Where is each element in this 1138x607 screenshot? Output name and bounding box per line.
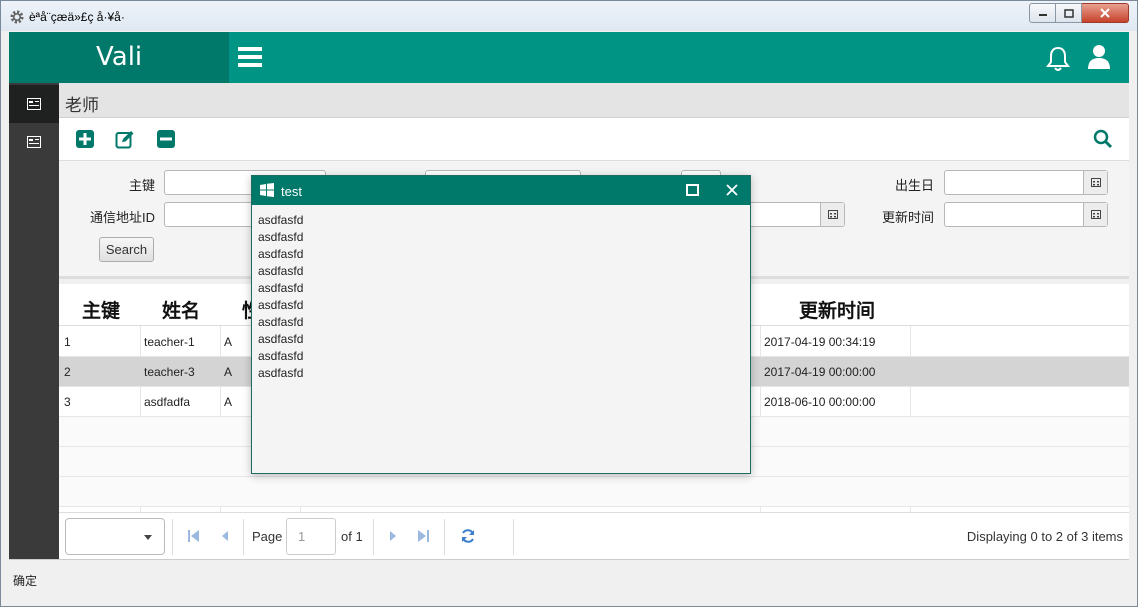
toolbar [59,118,1129,161]
dialog-line: asdfasfd [258,264,304,278]
test-dialog: test asdfasfd asdfasfd asdfasfd asdfasfd… [251,175,751,474]
cell-name: teacher-1 [144,335,195,349]
window-titlebar: èªå¨çæä»£ç å·¥å· [1,1,1137,31]
column-header-id[interactable]: 主键 [82,296,120,323]
dialog-line: asdfasfd [258,366,304,380]
app-header: Vali [9,32,1129,83]
maximize-button[interactable] [1056,3,1082,23]
pagination-bar: Page 1 of 1 Displaying 0 to 2 of 3 items [59,512,1129,559]
user-icon[interactable] [1087,44,1111,70]
page-number-input[interactable]: 1 [286,518,336,555]
cell-name: teacher-3 [144,365,195,379]
calendar-icon [1090,178,1101,187]
cell-id: 3 [64,395,71,409]
maximize-icon [1063,8,1074,18]
cell-sex: A [224,335,233,349]
field-label-birthday: 出生日 [894,178,934,193]
gear-icon [10,10,24,24]
window-title: èªå¨çæä»£ç å·¥å· [29,10,125,24]
dialog-line: asdfasfd [258,332,304,346]
cell-name: asdfadfa [144,395,191,409]
dialog-maximize-icon[interactable] [686,184,699,196]
menu-toggle-icon[interactable] [238,46,262,68]
minimize-button[interactable] [1029,3,1056,23]
cell-updated: 2017-04-19 00:00:00 [764,365,876,379]
dialog-line: asdfasfd [258,281,304,295]
search-icon[interactable] [1093,129,1113,149]
cell-updated: 2018-06-10 00:00:00 [764,395,876,409]
calendar-icon [1090,210,1101,219]
status-text: 确定 [13,574,38,588]
field-label-id: 主键 [128,178,155,193]
calendar-button[interactable] [1083,171,1107,194]
field-label-updated: 更新时间 [881,210,934,225]
refresh-icon[interactable] [460,528,476,544]
dialog-line: asdfasfd [258,298,304,312]
page-label: Page [252,529,283,544]
calendar-button[interactable] [1083,203,1107,226]
birthday-input[interactable] [944,170,1108,195]
dialog-titlebar[interactable]: test [252,176,750,205]
edit-icon[interactable] [115,129,135,149]
field-label-address-id: 通信地址ID [89,210,155,225]
cell-updated: 2017-04-19 00:34:19 [764,335,876,349]
calendar-icon [827,210,838,219]
next-page-icon[interactable] [385,528,401,544]
dialog-line: asdfasfd [258,349,304,363]
date-input[interactable] [739,202,845,227]
pagination-info: Displaying 0 to 2 of 3 items [966,529,1123,544]
dialog-line: asdfasfd [258,213,304,227]
card-icon [27,136,41,148]
column-header-name[interactable]: 姓名 [162,296,200,323]
page-title-bar: 老师 [59,83,1129,118]
cell-sex: A [224,365,233,379]
calendar-button[interactable] [820,203,844,226]
prev-page-icon[interactable] [217,528,233,544]
first-page-icon[interactable] [186,528,202,544]
cell-sex: A [224,395,233,409]
cell-id: 1 [64,335,71,349]
column-header-updated[interactable]: 更新时间 [799,296,875,323]
last-page-icon[interactable] [415,528,431,544]
minimize-icon [1038,14,1047,16]
dialog-line: asdfasfd [258,315,304,329]
cell-id: 2 [64,365,71,379]
close-button[interactable] [1082,3,1129,23]
dialog-body: asdfasfd asdfasfd asdfasfd asdfasfd asdf… [258,212,303,382]
page-size-select[interactable] [65,518,165,555]
add-icon[interactable] [75,129,95,149]
windows-logo-icon [260,183,274,197]
brand-logo[interactable]: Vali [9,32,229,83]
dialog-title: test [281,184,302,199]
remove-icon[interactable] [156,129,176,149]
brand-name: Vali [96,42,143,72]
dialog-line: asdfasfd [258,230,304,244]
chevron-down-icon [144,535,152,540]
bell-icon[interactable] [1045,45,1071,73]
empty-row [59,477,1129,507]
dialog-line: asdfasfd [258,247,304,261]
updated-input[interactable] [944,202,1108,227]
app-window: èªå¨çæä»£ç å·¥å· Vali 老师 主键 通信地址ID 出生日 更… [0,0,1138,607]
page-title: 老师 [65,96,99,115]
close-icon [1100,8,1110,18]
sidebar-item-2[interactable] [9,123,59,161]
dialog-close-icon[interactable] [725,183,739,197]
page-count: of 1 [341,529,363,544]
sidebar-item-1[interactable] [9,85,59,123]
search-button[interactable]: Search [99,237,154,262]
sidebar [9,83,59,559]
card-icon [27,98,41,110]
status-bar: 确定 [9,559,1129,599]
